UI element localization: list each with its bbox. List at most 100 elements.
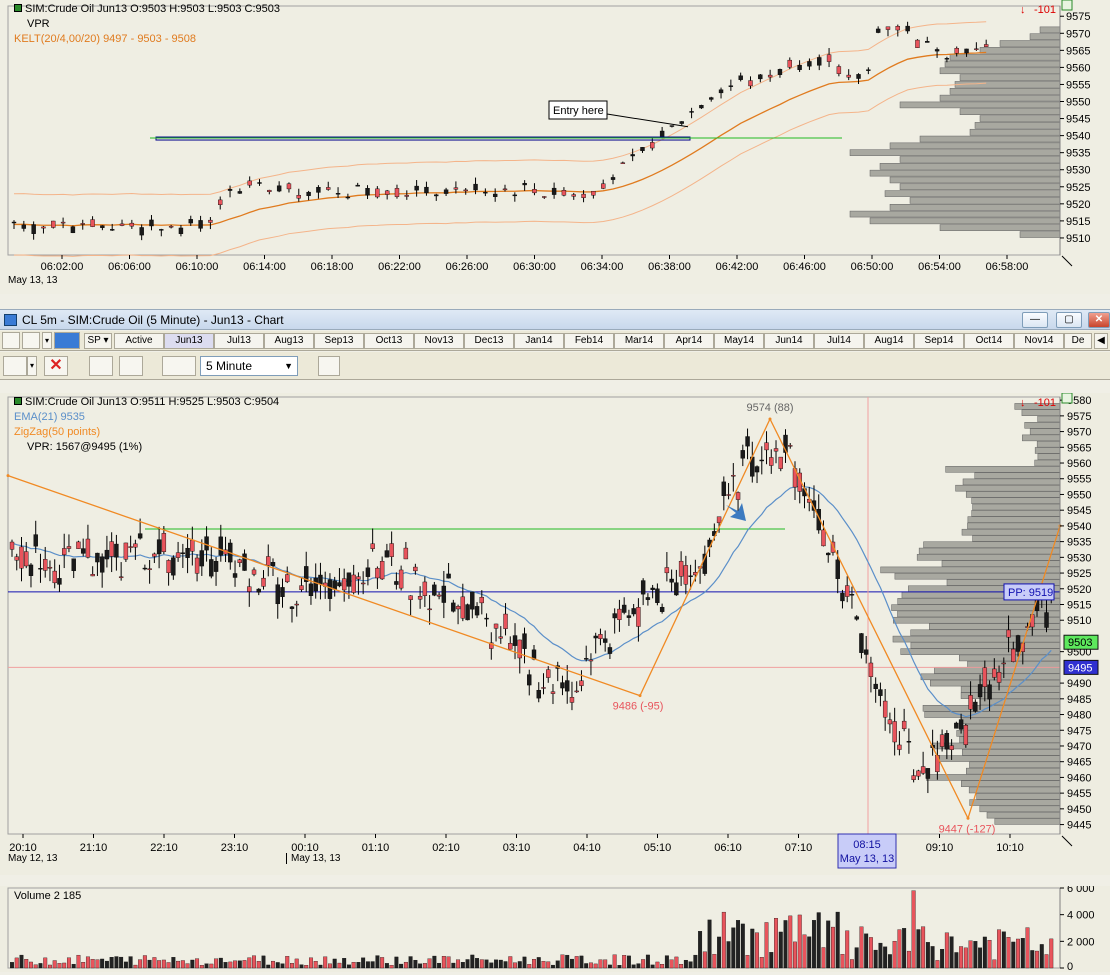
volume-bar: [1044, 954, 1049, 969]
contract-tab-nov13[interactable]: Nov13: [414, 333, 464, 349]
pointer-dropdown-icon[interactable]: ▾: [27, 356, 37, 376]
indicators-icon[interactable]: [89, 356, 113, 376]
volume-bar: [138, 959, 143, 969]
top-candle-body: [453, 187, 459, 190]
contract-tab-dec13[interactable]: Dec13: [464, 333, 514, 349]
volume-panel[interactable]: 6 000 4 000 2 000 0 Volume 2 185: [0, 883, 1110, 973]
volume-bar: [38, 963, 43, 969]
top-candle-body: [797, 64, 802, 70]
volume-bar: [973, 941, 978, 969]
date-left-label: May 12, 13: [8, 853, 58, 864]
main-chart-panel[interactable]: 9574 (88) 9486 (-95) 9447 (-127) 9580 9575 95…: [0, 392, 1110, 875]
interval-select[interactable]: 5 Minute ▼: [200, 356, 298, 376]
pointer-tool-icon[interactable]: [3, 356, 27, 376]
contract-tab-mar14[interactable]: Mar14: [614, 333, 664, 349]
contract-tab-apr14[interactable]: Apr14: [664, 333, 714, 349]
contract-tab-sep13[interactable]: Sep13: [314, 333, 364, 349]
remove-drawings-icon[interactable]: ✕: [44, 356, 68, 376]
top-candle-body: [434, 194, 439, 197]
volume-bar: [982, 936, 987, 969]
volume-bar: [631, 964, 636, 969]
top-candle-body: [149, 219, 154, 227]
main-candle-body: [384, 550, 390, 558]
main-candle-body: [849, 594, 855, 596]
main-candle-body: [655, 588, 660, 603]
chart-style-icon[interactable]: [162, 356, 196, 376]
contract-tab-jul13[interactable]: Jul13: [214, 333, 264, 349]
main-candle-body: [180, 552, 186, 554]
main-vp-bar: [930, 679, 1061, 687]
contract-tab-jun13[interactable]: Jun13: [164, 333, 214, 349]
main-candle-body: [788, 445, 793, 447]
main-vp-bar: [900, 648, 1061, 655]
main-candle-body: [204, 536, 209, 551]
volume-bar: [351, 962, 356, 969]
contract-tab-jul14[interactable]: Jul14: [814, 333, 864, 349]
main-chart-svg[interactable]: 9574 (88)9486 (-95)9447 (-127)9580957595…: [0, 392, 1110, 875]
volume-bar: [399, 963, 404, 969]
top-candle-body: [738, 75, 743, 80]
volume-bar: [821, 947, 826, 969]
top-candle-body: [168, 226, 174, 228]
contract-tab-nov14[interactable]: Nov14: [1014, 333, 1064, 349]
main-candle-body: [731, 475, 736, 477]
main-vp-bar: [986, 811, 1061, 819]
contract-tab-oct13[interactable]: Oct13: [364, 333, 414, 349]
main-vp-bar: [966, 767, 1061, 775]
contract-tab-sep14[interactable]: Sep14: [914, 333, 964, 349]
print-dropdown-icon[interactable]: ▾: [42, 332, 52, 349]
contract-tab-feb14[interactable]: Feb14: [564, 333, 614, 349]
close-window-button[interactable]: ✕: [1088, 312, 1110, 328]
contract-tab-jun14[interactable]: Jun14: [764, 333, 814, 349]
volume-chart-svg[interactable]: 6 000 4 000 2 000 0: [0, 883, 1110, 973]
contract-tab-aug13[interactable]: Aug13: [264, 333, 314, 349]
main-candle-body: [892, 721, 897, 743]
volume-bar: [327, 963, 332, 969]
main-candle-body: [493, 623, 499, 629]
volume-bar: [337, 962, 342, 969]
top-time-tick-label: 06:42:00: [716, 261, 759, 273]
top-candle-body: [70, 226, 76, 234]
main-price-tick-label: 9485: [1067, 694, 1091, 706]
top-resize-icon: [1061, 255, 1073, 267]
data-box-icon[interactable]: [318, 356, 340, 376]
contract-tab-active[interactable]: Active: [114, 333, 164, 349]
contract-tab-jan14[interactable]: Jan14: [514, 333, 564, 349]
scroll-tabs-left-icon[interactable]: ◀: [1094, 333, 1108, 349]
contract-tab-aug14[interactable]: Aug14: [864, 333, 914, 349]
legend-dot-icon: [14, 397, 22, 405]
volume-bar: [365, 961, 370, 969]
main-time-tick-label: 02:10: [432, 842, 460, 854]
contract-tab-de[interactable]: De: [1064, 333, 1092, 349]
instrument-icon[interactable]: [54, 332, 80, 349]
contract-tab-oct14[interactable]: Oct14: [964, 333, 1014, 349]
volume-bar: [793, 941, 797, 969]
volume-bar: [816, 912, 821, 969]
main-candle-body: [479, 596, 484, 604]
strategies-icon[interactable]: [119, 356, 143, 376]
top-price-tick-label: 9540: [1066, 131, 1090, 143]
sp-dropdown[interactable]: SP ▾: [84, 333, 112, 349]
print-icon[interactable]: [22, 332, 40, 349]
top-candle-body: [463, 189, 468, 192]
main-candle-body: [299, 585, 304, 590]
maximize-button[interactable]: ▢: [1056, 312, 1082, 328]
main-candle-body: [237, 559, 242, 563]
top-position-text: -101: [1034, 4, 1056, 16]
volume-bar: [100, 958, 105, 969]
volume-bar: [299, 964, 304, 969]
top-candle-body: [895, 26, 900, 31]
main-candle-body: [190, 539, 195, 552]
main-candle-body: [171, 557, 176, 576]
properties-icon[interactable]: [2, 332, 20, 349]
minimize-button[interactable]: —: [1022, 312, 1048, 328]
top-chart-panel[interactable]: Entry here 9575 9570 9565 9560 9555 9550 9545 95…: [0, 0, 1110, 294]
chart-window-titlebar[interactable]: CL 5m - SIM:Crude Oil (5 Minute) - Jun13…: [0, 309, 1110, 330]
main-candle-body: [247, 586, 252, 592]
volume-bar: [209, 963, 214, 969]
volume-bar: [887, 954, 892, 969]
contract-tab-may14[interactable]: May14: [714, 333, 764, 349]
top-vp-bar: [979, 47, 1061, 54]
zigzag-high-label: 9574 (88): [746, 402, 793, 414]
volume-bar: [479, 959, 484, 969]
